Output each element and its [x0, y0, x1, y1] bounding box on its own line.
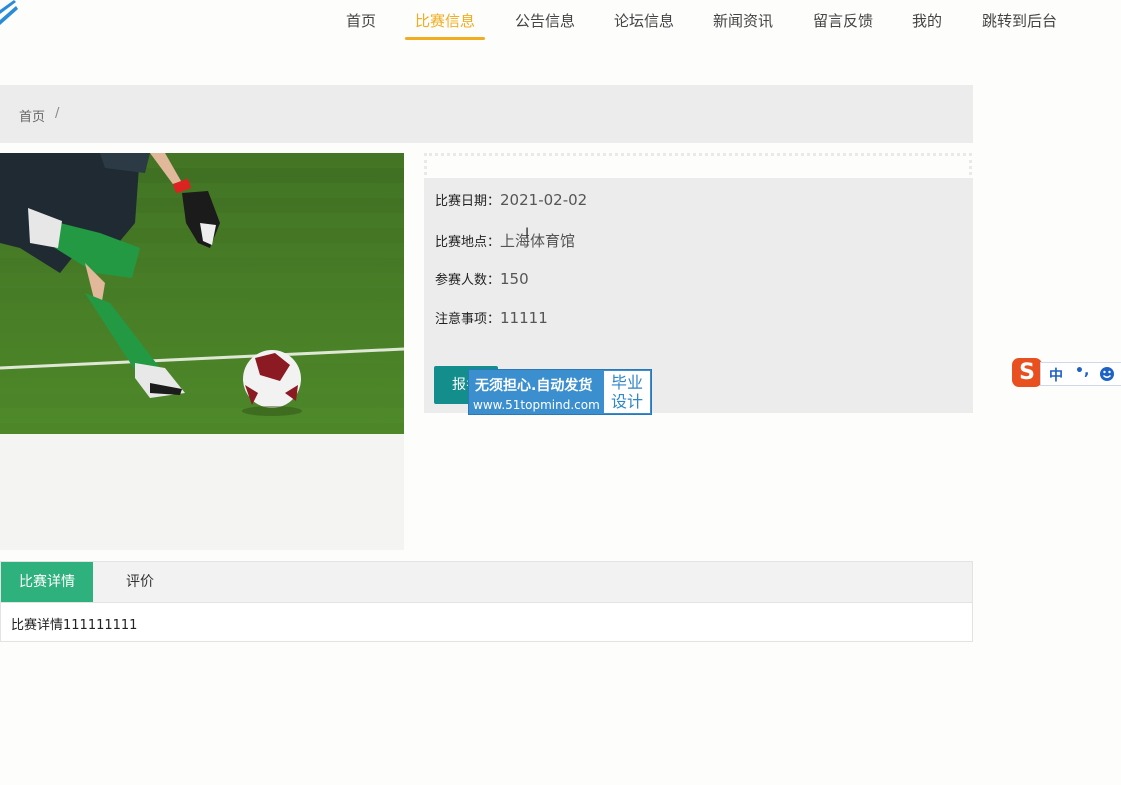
- breadcrumb-home-link[interactable]: 首页: [19, 106, 45, 125]
- breadcrumb-separator: /: [55, 106, 60, 121]
- ime-bar: 中 •,: [1040, 362, 1121, 386]
- nav-label: 公告信息: [515, 12, 576, 30]
- nav-label: 跳转到后台: [982, 12, 1058, 30]
- active-underline: [405, 37, 486, 40]
- info-location-value: 上海体育馆: [500, 232, 576, 250]
- smiley-icon[interactable]: [1099, 366, 1115, 382]
- watermark-box: 毕业 设计: [604, 371, 650, 413]
- nav-item-news[interactable]: 新闻资讯: [713, 0, 773, 40]
- watermark-line1: 无须担心.自动发货: [475, 378, 593, 394]
- nav-item-admin[interactable]: 跳转到后台: [982, 0, 1057, 40]
- ime-logo-icon[interactable]: S: [1012, 358, 1042, 387]
- tab-content-text: 比赛详情111111111: [11, 618, 138, 633]
- nav-item-home[interactable]: 首页: [346, 0, 376, 40]
- watermark-box-line1: 毕业: [610, 373, 643, 392]
- match-image-panel: [0, 153, 404, 550]
- nav-label: 新闻资讯: [713, 12, 774, 30]
- breadcrumb: 首页 /: [0, 85, 973, 143]
- ime-mode-toggle[interactable]: 中: [1049, 365, 1063, 385]
- info-participants-row: 参赛人数：150: [435, 269, 529, 288]
- match-photo: [0, 153, 404, 434]
- watermark-line2: www.51topmind.com: [473, 398, 600, 412]
- info-notes-row: 注意事项：11111: [435, 308, 548, 327]
- text-cursor-icon: I: [525, 226, 530, 242]
- info-date-row: 比赛日期：2021-02-02: [435, 190, 587, 209]
- nav-item-matches[interactable]: 比赛信息: [405, 0, 486, 40]
- tab-match-details[interactable]: 比赛详情: [1, 562, 93, 602]
- nav-label: 首页: [346, 12, 377, 30]
- nav-label: 比赛信息: [415, 12, 476, 30]
- watermark-banner: 无须担心.自动发货 www.51topmind.com 毕业 设计: [468, 369, 652, 415]
- ime-toolbar[interactable]: S 中 •,: [1010, 357, 1121, 389]
- nav-label: 留言反馈: [813, 12, 874, 30]
- ime-punctuation-toggle[interactable]: •,: [1075, 363, 1089, 379]
- info-notes-value: 11111: [500, 309, 548, 327]
- nav-item-announcements[interactable]: 公告信息: [515, 0, 575, 40]
- info-participants-label: 参赛人数：: [435, 273, 501, 288]
- info-notes-label: 注意事项：: [435, 312, 501, 327]
- tab-reviews[interactable]: 评价: [93, 562, 187, 602]
- nav-item-mine[interactable]: 我的: [912, 0, 942, 40]
- info-date-label: 比赛日期：: [435, 194, 501, 209]
- nav-item-forum[interactable]: 论坛信息: [614, 0, 674, 40]
- nav-label: 我的: [912, 12, 943, 30]
- info-location-row: 比赛地点：上海体育馆: [435, 230, 575, 251]
- nav-label: 论坛信息: [614, 12, 675, 30]
- tab-bar: 比赛详情 评价: [1, 562, 972, 603]
- info-location-label: 比赛地点：: [435, 235, 501, 250]
- watermark-box-line2: 设计: [610, 392, 643, 411]
- info-participants-value: 150: [500, 270, 529, 288]
- detail-tabs: 比赛详情 评价 比赛详情111111111: [0, 561, 973, 642]
- nav-item-feedback[interactable]: 留言反馈: [813, 0, 873, 40]
- top-nav: 首页 比赛信息 公告信息 论坛信息 新闻资讯 留言反馈 我的 跳转到后台: [0, 0, 1121, 42]
- info-panel-top-border: [424, 153, 972, 175]
- info-date-value: 2021-02-02: [500, 191, 588, 209]
